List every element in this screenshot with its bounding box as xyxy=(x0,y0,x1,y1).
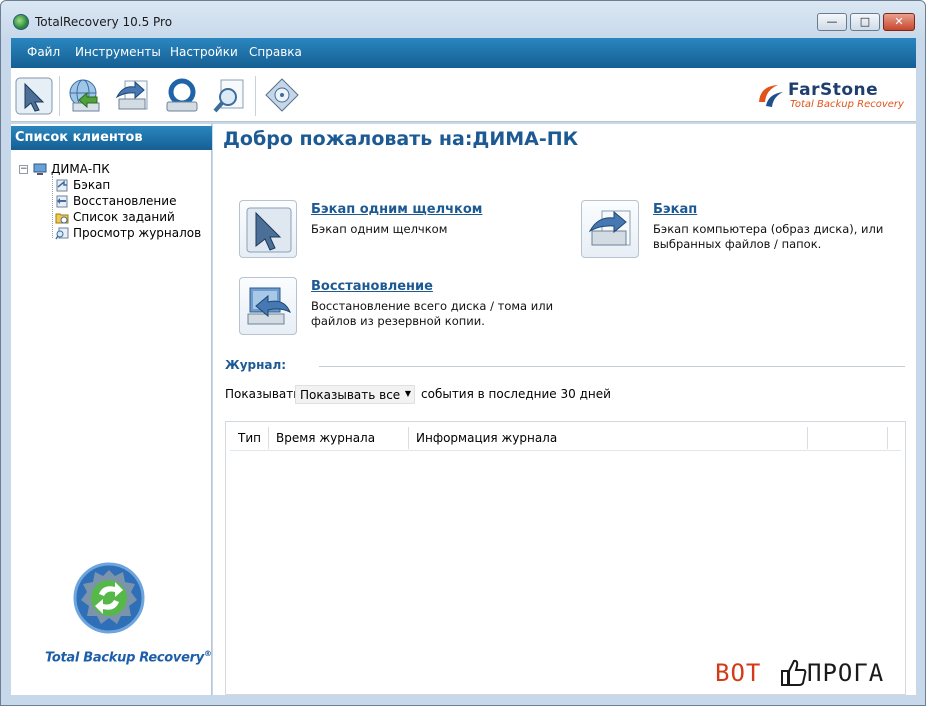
settings-toolbar-button[interactable] xyxy=(261,75,303,117)
restore-small-icon xyxy=(56,195,68,208)
client-list-header: Список клиентов xyxy=(11,126,212,150)
restore-arrow-icon xyxy=(247,287,291,325)
action-description-line: Бэкап компьютера (образ диска), или xyxy=(653,222,884,236)
computer-icon xyxy=(33,163,47,175)
toolbar-separator xyxy=(255,76,256,116)
one-click-backup-action-button[interactable] xyxy=(239,200,297,258)
backup-action: Бэкап Бэкап компьютера (образ диска), ил… xyxy=(581,200,911,262)
magnifier-icon xyxy=(213,79,244,113)
log-search-icon xyxy=(55,227,69,240)
filter-period-label: события в последние 30 дней xyxy=(421,387,611,401)
restore-link[interactable]: Восстановление xyxy=(311,279,433,294)
column-divider[interactable] xyxy=(408,427,409,449)
column-divider[interactable] xyxy=(807,427,808,449)
brand-name: FarStone xyxy=(788,80,879,100)
backup-link[interactable]: Бэкап xyxy=(653,202,697,217)
filter-show-label: Показывать xyxy=(225,387,301,401)
backup-small-icon xyxy=(56,179,68,192)
action-description: Бэкап одним щелчком xyxy=(311,222,447,237)
thumbs-up-icon xyxy=(781,659,807,686)
main-panel: Добро пожаловать на:ДИМА-ПК Бэкап одним … xyxy=(213,124,916,695)
backup-action-button[interactable] xyxy=(581,200,639,258)
journal-table-header: Тип Время журнала Информация журнала xyxy=(230,425,901,451)
column-header-info[interactable]: Информация журнала xyxy=(416,431,557,445)
search-toolbar-button[interactable] xyxy=(209,75,251,117)
cursor-arrow-icon xyxy=(246,207,292,253)
backup-arrow-icon xyxy=(115,80,148,110)
action-description: Бэкап компьютера (образ диска), или выбр… xyxy=(653,222,883,252)
minimize-button[interactable]: — xyxy=(817,13,847,31)
column-divider[interactable] xyxy=(268,427,269,449)
backup-arrow-icon xyxy=(588,210,631,246)
logo-name: Total Backup Recovery xyxy=(45,650,204,666)
farstone-swirl-icon xyxy=(759,85,783,107)
rescue-toolbar-button[interactable] xyxy=(161,75,203,117)
column-divider[interactable] xyxy=(887,427,888,449)
collapse-icon[interactable]: − xyxy=(19,165,28,174)
tree-root-label: ДИМА-ПК xyxy=(51,162,110,176)
window-title: TotalRecovery 10.5 Pro xyxy=(35,15,173,29)
filter-dropdown-value: Показывать все xyxy=(300,388,401,402)
one-click-backup-action: Бэкап одним щелчком Бэкап одним щелчком xyxy=(239,200,559,262)
backup-toolbar-button[interactable] xyxy=(111,75,153,117)
tree-item-label: Бэкап xyxy=(73,178,111,192)
registered-mark: ® xyxy=(203,649,212,658)
column-header-type[interactable]: Тип xyxy=(238,431,261,445)
close-button[interactable]: ✕ xyxy=(883,13,915,31)
menu-bar: Файл Инструменты Настройки Справка xyxy=(11,38,916,68)
journal-divider xyxy=(319,366,905,367)
globe-restore-icon xyxy=(69,79,100,112)
toolbar-separator xyxy=(59,76,60,116)
menu-file[interactable]: Файл xyxy=(27,45,60,59)
restore-toolbar-button[interactable] xyxy=(63,75,105,117)
action-description-line: Восстановление всего диска / тома или xyxy=(311,299,554,313)
restore-action-button[interactable] xyxy=(239,277,297,335)
tree-item-label: Восстановление xyxy=(73,194,177,208)
one-click-backup-link[interactable]: Бэкап одним щелчком xyxy=(311,202,482,217)
brand-tagline: Total Backup Recovery xyxy=(790,99,904,110)
app-logo-icon xyxy=(13,14,29,30)
maximize-icon: □ xyxy=(859,15,871,28)
close-icon: ✕ xyxy=(894,15,904,28)
journal-label: Журнал: xyxy=(225,358,287,372)
cursor-arrow-icon xyxy=(15,77,53,115)
watermark-left-text: ВОТ xyxy=(715,659,762,687)
action-description-line: Бэкап одним щелчком xyxy=(311,222,448,236)
one-click-backup-toolbar-button[interactable] xyxy=(13,75,55,117)
tree-item-label: Просмотр журналов xyxy=(73,226,202,240)
action-description-line: файлов из резервной копии. xyxy=(311,314,485,328)
menu-tools[interactable]: Инструменты xyxy=(75,45,161,59)
page-title: Добро пожаловать на:ДИМА-ПК xyxy=(223,128,579,150)
menu-settings[interactable]: Настройки xyxy=(170,45,238,59)
journal-table: Тип Время журнала Информация журнала xyxy=(225,421,906,695)
client-list-panel: Список клиентов − ДИМА-ПК Бэкап Восстано… xyxy=(11,124,212,695)
total-backup-recovery-logo: Total Backup Recovery® xyxy=(41,560,212,670)
farstone-logo: FarStone Total Backup Recovery xyxy=(756,80,906,112)
chevron-down-icon: ▼ xyxy=(404,389,411,398)
recovery-globe-icon xyxy=(73,562,145,634)
filter-dropdown[interactable]: Показывать все ▼ xyxy=(295,385,415,404)
minimize-icon: — xyxy=(826,15,838,28)
watermark-right-text: ПРОГА xyxy=(807,659,885,687)
app-window: TotalRecovery 10.5 Pro — □ ✕ Файл Инстру… xyxy=(0,0,926,706)
column-header-time[interactable]: Время журнала xyxy=(276,431,375,445)
tree-item-label: Список заданий xyxy=(73,210,175,224)
menu-help[interactable]: Справка xyxy=(249,45,302,59)
title-bar: TotalRecovery 10.5 Pro — □ ✕ xyxy=(1,1,925,37)
tree-connector xyxy=(52,176,53,238)
action-description-line: выбранных файлов / папок. xyxy=(653,237,822,251)
logo-text: Total Backup Recovery® xyxy=(45,649,212,665)
action-description: Восстановление всего диска / тома или фа… xyxy=(311,299,553,329)
rescue-disk-icon xyxy=(166,78,198,112)
toolbar: FarStone Total Backup Recovery xyxy=(11,68,916,122)
disk-settings-icon xyxy=(265,78,299,112)
task-folder-icon xyxy=(55,213,69,224)
restore-action: Восстановление Восстановление всего диск… xyxy=(239,277,579,339)
maximize-button[interactable]: □ xyxy=(850,13,880,31)
